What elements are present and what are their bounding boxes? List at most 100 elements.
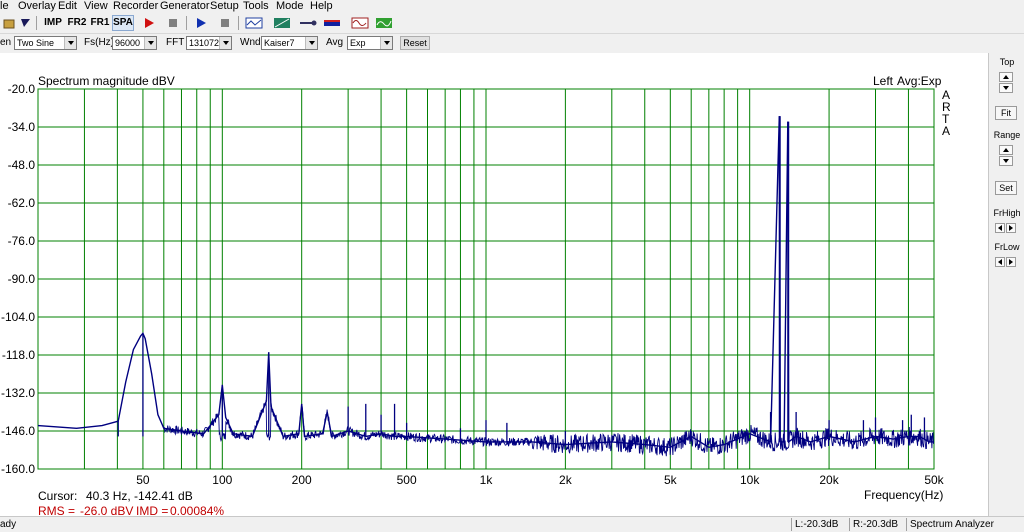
fft-label: FFT	[166, 37, 185, 48]
cursor-label: Cursor:	[38, 489, 78, 503]
top-up-arrow-icon[interactable]	[999, 72, 1013, 82]
chevron-down-icon	[305, 37, 317, 49]
record-icon[interactable]	[140, 15, 158, 31]
scope-icon[interactable]	[244, 15, 264, 31]
spa-label: SPA	[113, 17, 133, 28]
chevron-down-icon	[219, 37, 231, 49]
level-icon[interactable]	[322, 15, 342, 31]
range-down-arrow-icon[interactable]	[999, 156, 1013, 166]
menu-view[interactable]: View	[84, 0, 108, 13]
imp-mode-button[interactable]: IMP	[41, 15, 65, 31]
chart-area[interactable]: Spectrum magnitude dBV Left Avg:Exp A R …	[0, 53, 988, 518]
generator-select[interactable]: Two Sine	[14, 36, 77, 50]
status-bar: ady L:-20.3dB R:-20.3dB Spectrum Analyze…	[0, 516, 1024, 532]
x-tick-label: 50k	[924, 473, 944, 487]
play-icon[interactable]	[192, 15, 210, 31]
y-tick-label: -160.0	[1, 462, 35, 476]
filter-icon[interactable]	[272, 15, 292, 31]
chevron-down-icon	[380, 37, 392, 49]
y-tick-label: -104.0	[1, 310, 35, 324]
y-tick-label: -118.0	[2, 348, 35, 362]
menu-bar: le Overlay Edit View Recorder Generator …	[0, 0, 1024, 13]
menu-recorder[interactable]: Recorder	[113, 0, 158, 13]
status-mode: Spectrum Analyzer	[906, 518, 994, 531]
stop-icon[interactable]	[164, 15, 182, 31]
x-tick-label: 20k	[819, 473, 839, 487]
avg-label: Avg	[326, 37, 344, 48]
x-tick-labels: 50 100 200 500 1k 2k 5k 10k 20k 50k	[136, 473, 944, 487]
fs-value: 96000	[115, 38, 141, 48]
spa-mode-button[interactable]: SPA	[112, 15, 134, 31]
reset-button[interactable]: Reset	[400, 36, 430, 50]
cursor-readout: 40.3 Hz, -142.41 dB	[86, 489, 193, 503]
frlow-right-arrow-icon[interactable]	[1006, 257, 1016, 267]
fs-label: Fs(Hz)	[84, 37, 114, 48]
spectrum-icon[interactable]	[374, 15, 394, 31]
menu-file[interactable]: le	[0, 0, 9, 13]
generator-label: en	[0, 37, 12, 48]
y-tick-label: -62.0	[8, 196, 36, 210]
x-tick-label: 5k	[664, 473, 678, 487]
y-tick-label: -48.0	[8, 158, 36, 172]
y-tick-labels: -20.0 -34.0 -48.0 -62.0 -76.0 -90.0 -104.0 -118…	[1, 82, 35, 476]
avg-value: Exp	[350, 38, 366, 48]
waveform-icon[interactable]	[350, 15, 370, 31]
fr2-label: FR2	[67, 17, 87, 28]
toolbar-divider	[238, 16, 239, 30]
generator-stop-icon[interactable]	[216, 15, 234, 31]
window-value: Kaiser7	[264, 38, 295, 48]
menu-edit[interactable]: Edit	[58, 0, 77, 13]
scale-panel: Top Fit Range Set FrHigh FrLow	[988, 53, 1024, 516]
fit-button[interactable]: Fit	[995, 106, 1017, 120]
x-tick-label: 100	[212, 473, 232, 487]
toolbar-divider	[186, 16, 187, 30]
generator-value: Two Sine	[17, 38, 55, 48]
status-left-level: L:-20.3dB	[791, 518, 838, 531]
menu-mode[interactable]: Mode	[276, 0, 304, 13]
x-tick-label: 500	[397, 473, 417, 487]
fr1-mode-button[interactable]: FR1	[89, 15, 111, 31]
range-up-arrow-icon[interactable]	[999, 145, 1013, 155]
imp-label: IMP	[44, 17, 62, 28]
avg-select[interactable]: Exp	[347, 36, 393, 50]
x-tick-label: 200	[292, 473, 312, 487]
status-ready: ady	[0, 519, 17, 530]
menu-setup[interactable]: Setup	[210, 0, 239, 13]
y-tick-label: -76.0	[8, 234, 36, 248]
menu-tools[interactable]: Tools	[243, 0, 269, 13]
top-down-arrow-icon[interactable]	[999, 83, 1013, 93]
x-tick-label: 50	[136, 473, 150, 487]
chevron-down-icon	[64, 37, 76, 49]
menu-help[interactable]: Help	[310, 0, 333, 13]
range-label: Range	[993, 130, 1021, 140]
x-axis-label: Frequency(Hz)	[864, 488, 944, 502]
fft-select[interactable]: 131072	[186, 36, 232, 50]
frhigh-right-arrow-icon[interactable]	[1006, 223, 1016, 233]
y-tick-label: -90.0	[8, 272, 36, 286]
y-tick-label: -20.0	[8, 82, 36, 96]
menu-generator[interactable]: Generator	[160, 0, 210, 13]
window-select[interactable]: Kaiser7	[261, 36, 318, 50]
main-toolbar: IMP FR2 FR1 SPA	[0, 13, 1024, 34]
top-label: Top	[999, 57, 1015, 67]
fs-select[interactable]: 96000	[112, 36, 157, 50]
fr2-mode-button[interactable]: FR2	[66, 15, 88, 31]
x-tick-label: 1k	[480, 473, 494, 487]
set-button[interactable]: Set	[995, 181, 1017, 195]
y-tick-label: -132.0	[1, 386, 35, 400]
y-tick-label: -146.0	[1, 424, 35, 438]
settings-toolbar: en Two Sine Fs(Hz) 96000 FFT 131072 Wnd …	[0, 34, 1024, 52]
fft-value: 131072	[189, 38, 220, 48]
spectrum-plot[interactable]: -20.0 -34.0 -48.0 -62.0 -76.0 -90.0 -104.0 -118…	[0, 53, 988, 493]
frhigh-label: FrHigh	[993, 208, 1021, 218]
frlow-left-arrow-icon[interactable]	[995, 257, 1005, 267]
chevron-down-icon	[144, 37, 156, 49]
y-tick-label: -34.0	[8, 120, 36, 134]
frhigh-left-arrow-icon[interactable]	[995, 223, 1005, 233]
status-right-level: R:-20.3dB	[849, 518, 898, 531]
menu-overlay[interactable]: Overlay	[18, 0, 56, 13]
probe-icon[interactable]	[298, 15, 318, 31]
cursor-mode-icon[interactable]	[16, 15, 34, 31]
window-label: Wnd	[240, 37, 261, 48]
x-tick-label: 10k	[740, 473, 760, 487]
